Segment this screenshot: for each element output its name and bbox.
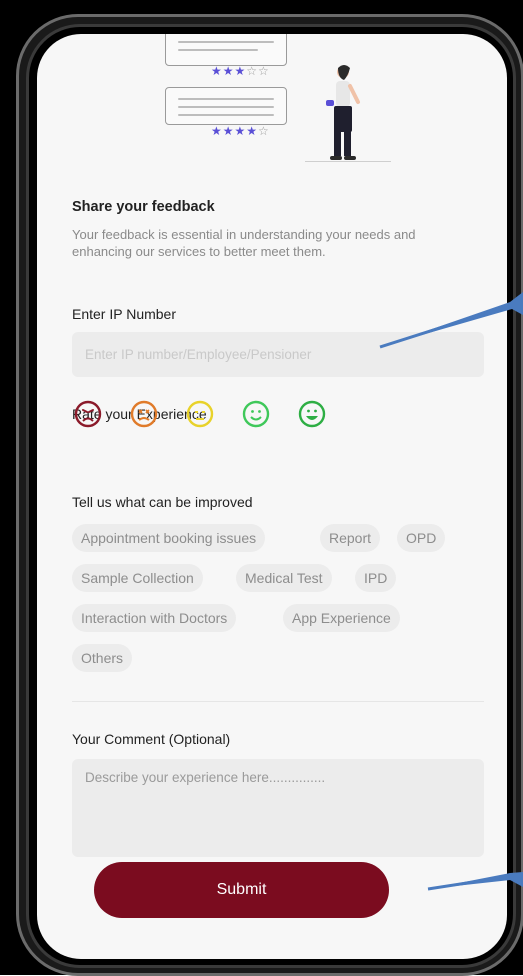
improvement-chip[interactable]: IPD bbox=[355, 564, 397, 592]
comment-textarea[interactable] bbox=[72, 759, 484, 857]
tired-face-icon[interactable] bbox=[130, 400, 158, 428]
comment-label: Your Comment (Optional) bbox=[72, 731, 231, 747]
person-illustration bbox=[326, 65, 360, 160]
ip-number-label: Enter IP Number bbox=[72, 306, 177, 322]
improvement-chip[interactable]: Report bbox=[320, 524, 381, 552]
improvement-chip[interactable]: App Experience bbox=[283, 604, 400, 632]
review-card bbox=[165, 34, 287, 66]
neutral-face-icon[interactable] bbox=[186, 400, 214, 428]
angry-face-icon[interactable] bbox=[74, 400, 102, 428]
rating-stars: ★★★☆☆ bbox=[211, 64, 270, 78]
improvement-chip[interactable]: OPD bbox=[397, 524, 446, 552]
improvement-chip[interactable]: Appointment booking issues bbox=[72, 524, 266, 552]
rating-stars: ★★★★☆ bbox=[211, 124, 270, 138]
feedback-title: Share your feedback bbox=[72, 199, 215, 215]
improvement-chip[interactable]: Others bbox=[72, 644, 133, 672]
review-card bbox=[165, 87, 287, 125]
feedback-screen: ★★★☆☆ ★★★★☆ Share your feedback Your fee… bbox=[37, 34, 507, 959]
improvements-label: Tell us what can be improved bbox=[72, 494, 253, 510]
smiling-face-icon[interactable] bbox=[242, 400, 270, 428]
improvement-chip[interactable]: Medical Test bbox=[236, 564, 332, 592]
section-divider bbox=[72, 701, 484, 702]
improvement-chip[interactable]: Interaction with Doctors bbox=[72, 604, 237, 632]
happy-face-icon[interactable] bbox=[298, 400, 326, 428]
floor-line bbox=[305, 161, 391, 162]
feedback-description: Your feedback is essential in understand… bbox=[72, 227, 416, 259]
submit-button[interactable]: Submit bbox=[94, 862, 389, 918]
improvement-chip[interactable]: Sample Collection bbox=[72, 564, 203, 592]
ip-number-input[interactable] bbox=[72, 332, 484, 377]
